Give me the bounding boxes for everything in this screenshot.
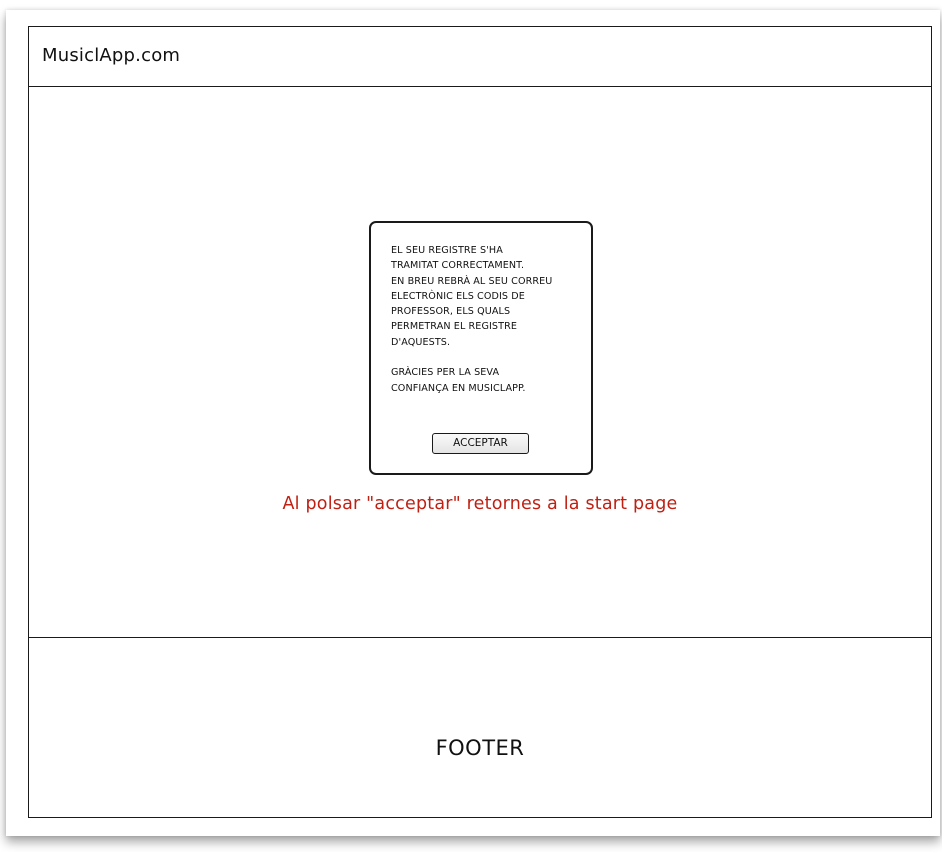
- confirmation-dialog: EL SEU REGISTRE S'HA TRAMITAT CORRECTAME…: [369, 221, 593, 475]
- accept-button[interactable]: ACCEPTAR: [432, 433, 529, 454]
- dialog-message: EL SEU REGISTRE S'HA TRAMITAT CORRECTAME…: [391, 245, 553, 394]
- site-title[interactable]: MusiclApp.com: [42, 45, 180, 66]
- page-frame: MusiclApp.com EL SEU REGISTRE S'HA TRAMI…: [28, 26, 932, 818]
- footer-label: FOOTER: [435, 736, 525, 760]
- header: MusiclApp.com: [29, 27, 931, 87]
- annotation-note: Al polsar "acceptar" retornes a la start…: [282, 494, 678, 514]
- footer: FOOTER: [29, 637, 931, 817]
